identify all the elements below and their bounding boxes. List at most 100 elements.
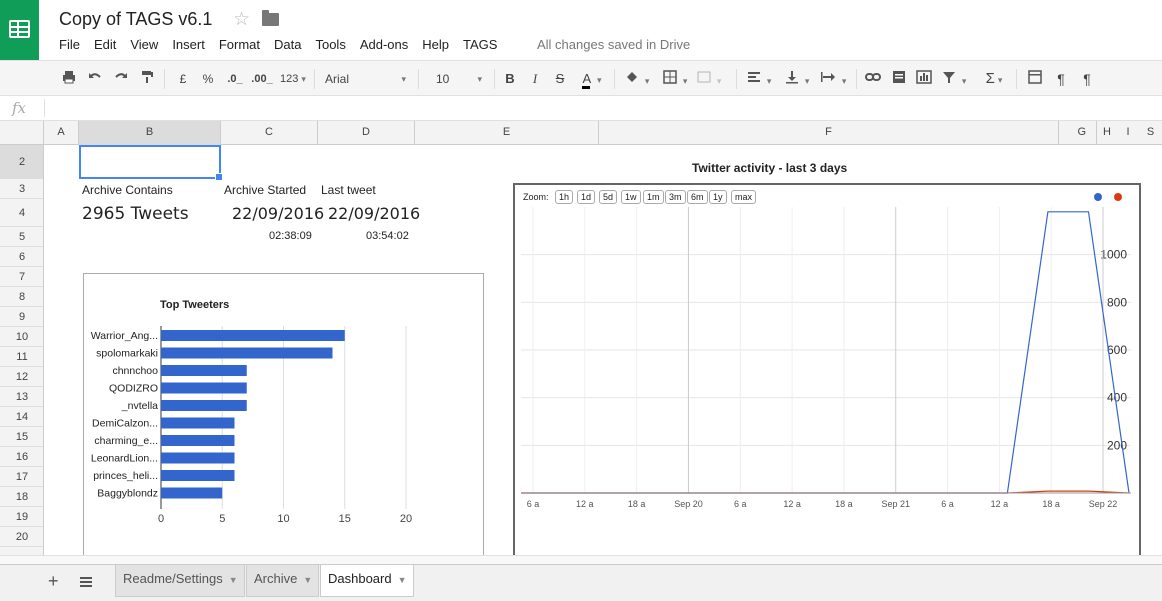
row-header[interactable]: 16 <box>0 447 43 467</box>
vertical-align-button[interactable] <box>782 70 812 88</box>
row-header[interactable]: 6 <box>0 247 43 267</box>
chevron-down-icon[interactable]: ▼ <box>229 575 238 585</box>
paint-format-icon[interactable] <box>138 70 156 88</box>
top-tweeters-chart[interactable]: Top Tweeters 0 5 10 15 20 Warrior_Ang... spolo… <box>83 273 484 555</box>
percent-button[interactable]: % <box>200 70 216 88</box>
increase-decimal-button[interactable]: .00_ <box>250 70 274 88</box>
row-header[interactable]: 14 <box>0 407 43 427</box>
menu-tools[interactable]: Tools <box>315 37 345 52</box>
star-icon[interactable]: ☆ <box>233 8 250 31</box>
select-all-corner[interactable] <box>0 121 44 145</box>
menu-file[interactable]: File <box>59 37 80 52</box>
x-tick-label: 15 <box>339 513 351 525</box>
font-size-select[interactable]: 10 ▾ <box>430 70 486 88</box>
bar <box>161 382 247 394</box>
merge-cells-button[interactable] <box>694 70 724 88</box>
horizontal-align-button[interactable] <box>744 70 774 88</box>
row-header[interactable]: 7 <box>0 267 43 287</box>
sheet-tabs-bar: + Readme/Settings ▼ Archive ▼ Dashboard ▼ <box>0 564 1162 601</box>
row-header[interactable]: 19 <box>0 507 43 527</box>
menu-addons[interactable]: Add-ons <box>360 37 408 52</box>
sheet-grid[interactable]: Archive Contains Archive Started Last tw… <box>44 145 1162 555</box>
sheet-tab-readme[interactable]: Readme/Settings ▼ <box>115 565 245 597</box>
row-header[interactable]: 2 <box>0 145 43 179</box>
undo-icon[interactable] <box>86 70 104 88</box>
row-header[interactable]: 3 <box>0 179 43 199</box>
last-tweet-date: 22/09/2016 <box>328 204 421 223</box>
x-tick-label: 0 <box>158 513 164 525</box>
text-wrap-button[interactable] <box>816 70 850 88</box>
chart-title: Twitter activity - last 3 days <box>692 161 848 175</box>
strikethrough-button[interactable]: S <box>553 70 567 88</box>
column-header[interactable]: S <box>1139 121 1162 145</box>
row-header[interactable]: 8 <box>0 287 43 307</box>
twitter-activity-chart[interactable]: Zoom: 1h 1d 5d 1w 1m 3m 6m 1y max 200 400 600 800 10… <box>513 183 1141 555</box>
menu-format[interactable]: Format <box>219 37 260 52</box>
y-tick-label: 400 <box>1107 391 1127 405</box>
print-icon[interactable] <box>60 70 78 88</box>
row-header[interactable]: 18 <box>0 487 43 507</box>
borders-button[interactable] <box>660 70 690 88</box>
redo-icon[interactable] <box>112 70 130 88</box>
category-label: Baggyblondz <box>97 488 158 500</box>
x-tick-label: 12 a <box>576 499 594 509</box>
functions-button[interactable]: Σ <box>980 70 1008 88</box>
more-formats-button[interactable]: 123 <box>276 70 310 88</box>
menu-view[interactable]: View <box>130 37 158 52</box>
currency-button[interactable]: £ <box>176 70 190 88</box>
pilcrow-ltr-icon[interactable]: ¶ <box>1052 70 1070 88</box>
column-header[interactable]: H <box>1097 121 1117 145</box>
column-header[interactable]: A <box>44 121 79 145</box>
row-header[interactable]: 5 <box>0 227 43 247</box>
row-header[interactable]: 10 <box>0 327 43 347</box>
x-tick-label: Sep 21 <box>881 499 910 509</box>
row-header[interactable]: 15 <box>0 427 43 447</box>
column-header[interactable]: E <box>415 121 599 145</box>
row-header[interactable]: 17 <box>0 467 43 487</box>
decrease-decimal-button[interactable]: .0_ <box>224 70 246 88</box>
row-header[interactable]: 13 <box>0 387 43 407</box>
all-sheets-menu-icon[interactable] <box>80 577 92 587</box>
column-header[interactable]: G <box>1059 121 1097 145</box>
fill-color-button[interactable] <box>622 70 652 88</box>
insert-link-icon[interactable] <box>864 70 882 88</box>
folder-icon[interactable] <box>262 10 279 26</box>
font-select[interactable]: Arial ▾ <box>320 70 410 88</box>
add-sheet-button[interactable]: + <box>48 571 59 592</box>
sheet-tab-archive[interactable]: Archive ▼ <box>246 565 320 597</box>
category-label: _nvtella <box>121 400 158 412</box>
pilcrow-rtl-icon[interactable]: ¶ <box>1078 70 1096 88</box>
chevron-down-icon[interactable]: ▼ <box>398 575 407 585</box>
chevron-down-icon[interactable]: ▼ <box>303 575 312 585</box>
menu-tags[interactable]: TAGS <box>463 37 497 52</box>
sheet-tab-dashboard[interactable]: Dashboard ▼ <box>320 565 414 597</box>
column-header[interactable]: F <box>599 121 1059 145</box>
row-headers: 2 3 4 5 6 7 8 9 10 11 12 13 14 15 16 17 … <box>0 145 44 555</box>
row-header[interactable]: 9 <box>0 307 43 327</box>
sheets-logo-icon[interactable] <box>0 0 39 60</box>
row-header[interactable]: 12 <box>0 367 43 387</box>
column-header[interactable]: I <box>1117 121 1139 145</box>
selected-cell[interactable] <box>79 145 223 181</box>
column-header[interactable]: C <box>221 121 318 145</box>
column-header[interactable]: D <box>318 121 415 145</box>
freeze-icon[interactable] <box>1026 70 1044 88</box>
menu-edit[interactable]: Edit <box>94 37 116 52</box>
horizontal-scrollbar[interactable] <box>0 555 1162 564</box>
menu-help[interactable]: Help <box>422 37 449 52</box>
text-color-button[interactable]: A <box>576 70 608 89</box>
row-header[interactable]: 20 <box>0 527 43 547</box>
document-title[interactable]: Copy of TAGS v6.1 <box>59 9 212 30</box>
bold-button[interactable]: B <box>502 70 518 88</box>
row-header[interactable]: 11 <box>0 347 43 367</box>
menu-insert[interactable]: Insert <box>172 37 205 52</box>
formula-input[interactable] <box>52 100 1152 118</box>
row-header[interactable]: 4 <box>0 199 43 227</box>
column-header[interactable]: B <box>79 121 221 145</box>
function-icon: fx <box>12 99 27 117</box>
insert-comment-icon[interactable] <box>890 70 908 88</box>
filter-button[interactable] <box>940 70 968 88</box>
menu-data[interactable]: Data <box>274 37 301 52</box>
insert-chart-icon[interactable] <box>914 70 934 88</box>
italic-button[interactable]: I <box>528 70 542 88</box>
